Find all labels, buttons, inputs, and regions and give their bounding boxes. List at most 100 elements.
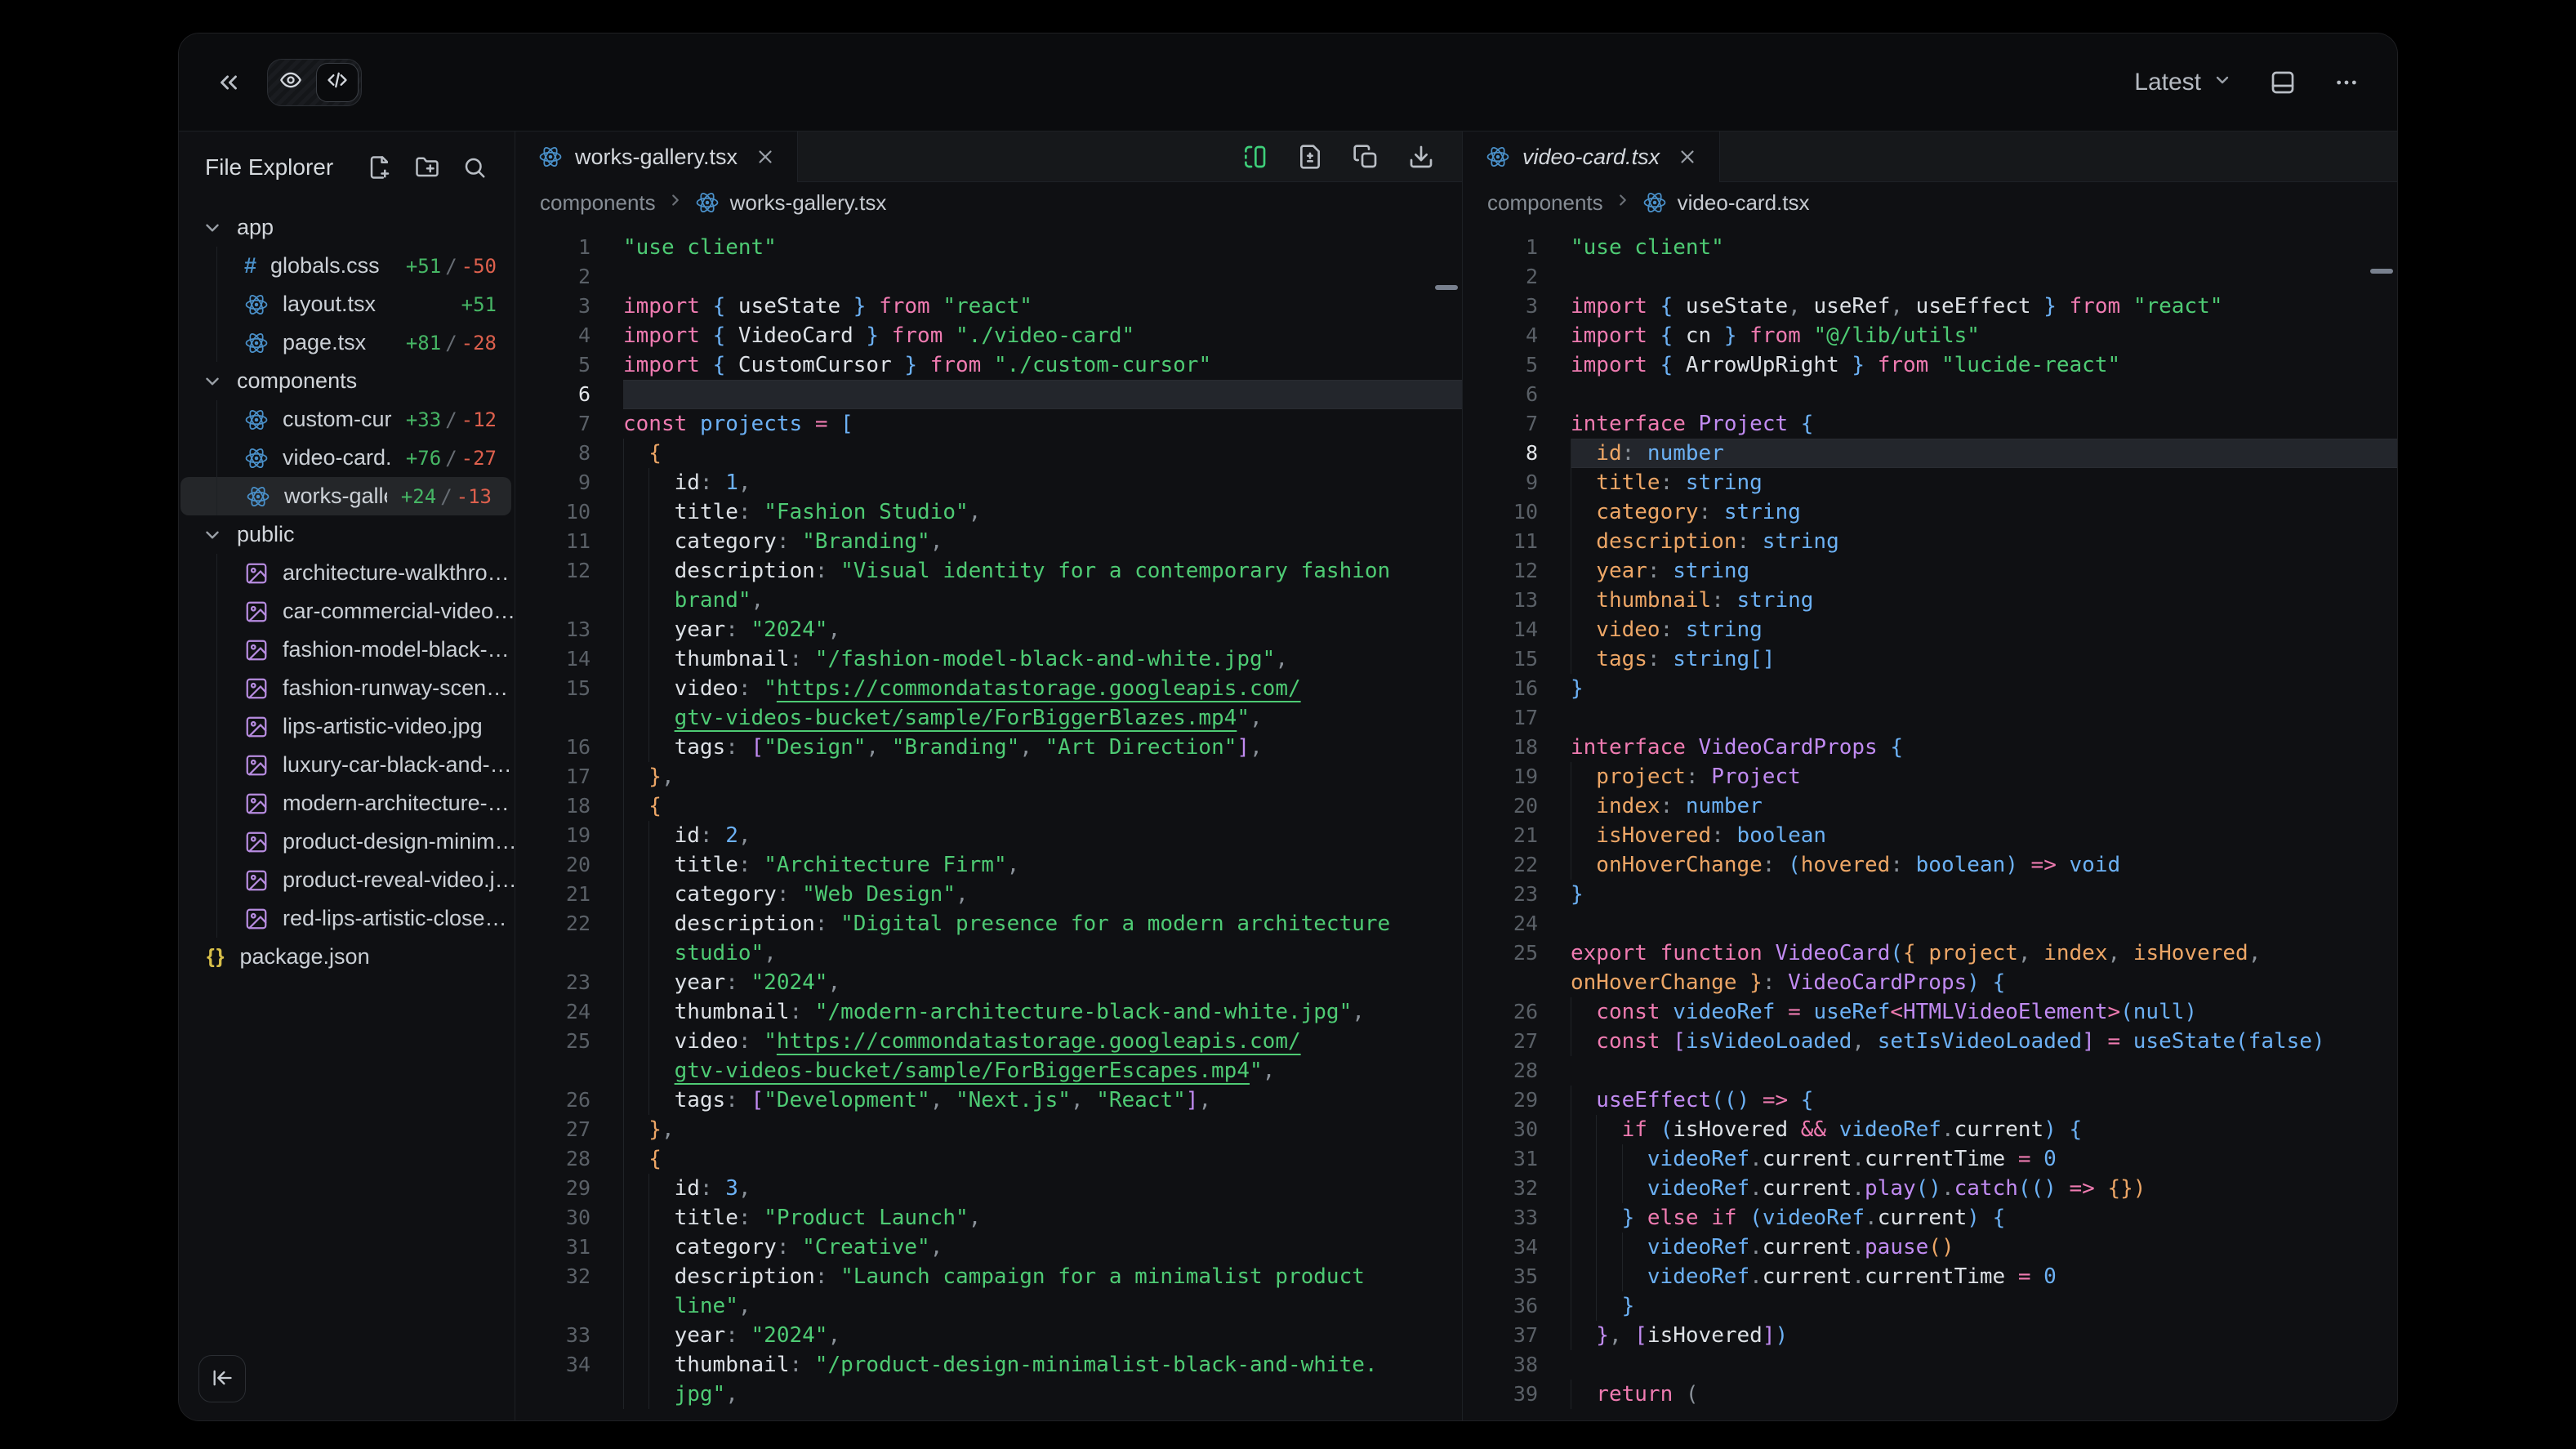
code-toggle-button[interactable] [316, 63, 359, 102]
code-line-25[interactable]: 25export function VideoCard({ project, i… [1463, 939, 2397, 968]
code-line-23[interactable]: 23year: "2024", [515, 968, 1462, 997]
code-line-19[interactable]: 19project: Project [1463, 762, 2397, 791]
code-line-13[interactable]: 13thumbnail: string [1463, 586, 2397, 615]
code-line-38[interactable]: 38 [1463, 1350, 2397, 1380]
code-line-2[interactable]: 2 [1463, 262, 2397, 292]
code-line-37[interactable]: 37}, [isHovered]) [1463, 1321, 2397, 1350]
code-line-3[interactable]: 3import { useState, useRef, useEffect } … [1463, 292, 2397, 321]
code-line-14[interactable]: 14video: string [1463, 615, 2397, 644]
code-line-10[interactable]: 10title: "Fashion Studio", [515, 497, 1462, 527]
code-line-9[interactable]: 9title: string [1463, 468, 2397, 497]
new-file-button[interactable] [368, 155, 392, 180]
code-line-21[interactable]: 21category: "Web Design", [515, 880, 1462, 909]
version-selector[interactable]: Latest [2134, 69, 2232, 96]
folder-row-public[interactable]: public [179, 515, 515, 554]
code-line-34[interactable]: 34videoRef.current.pause() [1463, 1233, 2397, 1262]
code-line-8[interactable]: 8{ [515, 439, 1462, 468]
code-line-13[interactable]: 13year: "2024", [515, 615, 1462, 644]
code-line-7[interactable]: 7interface Project { [1463, 409, 2397, 439]
file-row-fashion-runway-scen-[interactable]: fashion-runway-scen… [179, 669, 515, 707]
code-line-28[interactable]: 28 [1463, 1056, 2397, 1086]
code-line-wrap[interactable]: onHoverChange }: VideoCardProps) { [1463, 968, 2397, 997]
split-editor-button[interactable] [1241, 144, 1268, 170]
breadcrumb-folder[interactable]: components [540, 190, 656, 216]
code-line-23[interactable]: 23} [1463, 880, 2397, 909]
code-line-17[interactable]: 17}, [515, 762, 1462, 791]
breadcrumb-file[interactable]: video-card.tsx [1678, 190, 1810, 216]
file-row-layout.tsx[interactable]: layout.tsx+51 [179, 285, 515, 323]
code-line-20[interactable]: 20index: number [1463, 791, 2397, 821]
code-line-18[interactable]: 18interface VideoCardProps { [1463, 733, 2397, 762]
file-row-red-lips-artistic-close-[interactable]: red-lips-artistic-close… [179, 899, 515, 938]
file-row-product-reveal-video.j-[interactable]: product-reveal-video.j… [179, 861, 515, 899]
code-line-16[interactable]: 16} [1463, 674, 2397, 703]
code-line-6[interactable]: 6 [515, 380, 1462, 409]
code-line-33[interactable]: 33year: "2024", [515, 1321, 1462, 1350]
breadcrumb-file[interactable]: works-gallery.tsx [730, 190, 887, 216]
code-line-24[interactable]: 24thumbnail: "/modern-architecture-black… [515, 997, 1462, 1027]
code-line-35[interactable]: 35videoRef.current.currentTime = 0 [1463, 1262, 2397, 1291]
code-line-28[interactable]: 28{ [515, 1144, 1462, 1174]
code-editor-video-card[interactable]: 1"use client"23import { useState, useRef… [1463, 223, 2397, 1420]
code-line-31[interactable]: 31videoRef.current.currentTime = 0 [1463, 1144, 2397, 1174]
code-line-14[interactable]: 14thumbnail: "/fashion-model-black-and-w… [515, 644, 1462, 674]
code-line-11[interactable]: 11category: "Branding", [515, 527, 1462, 556]
code-line-26[interactable]: 26tags: ["Development", "Next.js", "Reac… [515, 1086, 1462, 1115]
code-line-wrap[interactable]: gtv-videos-bucket/sample/ForBiggerBlazes… [515, 703, 1462, 733]
code-line-34[interactable]: 34thumbnail: "/product-design-minimalist… [515, 1350, 1462, 1380]
code-line-15[interactable]: 15tags: string[] [1463, 644, 2397, 674]
code-line-2[interactable]: 2 [515, 262, 1462, 292]
tab-video-card[interactable]: video-card.tsx [1463, 132, 1720, 182]
code-line-wrap[interactable]: gtv-videos-bucket/sample/ForBiggerEscape… [515, 1056, 1462, 1086]
code-line-1[interactable]: 1"use client" [515, 233, 1462, 262]
code-line-33[interactable]: 33} else if (videoRef.current) { [1463, 1203, 2397, 1233]
code-line-22[interactable]: 22onHoverChange: (hovered: boolean) => v… [1463, 850, 2397, 880]
code-line-24[interactable]: 24 [1463, 909, 2397, 939]
breadcrumb-folder[interactable]: components [1487, 190, 1603, 216]
code-line-21[interactable]: 21isHovered: boolean [1463, 821, 2397, 850]
code-line-19[interactable]: 19id: 2, [515, 821, 1462, 850]
code-line-9[interactable]: 9id: 1, [515, 468, 1462, 497]
file-diff-button[interactable] [1297, 144, 1323, 170]
code-line-12[interactable]: 12description: "Visual identity for a co… [515, 556, 1462, 586]
code-line-27[interactable]: 27}, [515, 1115, 1462, 1144]
code-line-wrap[interactable]: jpg", [515, 1380, 1462, 1409]
file-row-package.json[interactable]: {}package.json [179, 938, 515, 976]
code-line-4[interactable]: 4import { VideoCard } from "./video-card… [515, 321, 1462, 350]
download-file-button[interactable] [1408, 144, 1434, 170]
code-line-8[interactable]: 8id: number [1463, 439, 2397, 468]
scrollbar-thumb[interactable] [2370, 269, 2393, 274]
file-row-works-galler-[interactable]: works-galler…+24/-13 [180, 477, 511, 515]
code-line-1[interactable]: 1"use client" [1463, 233, 2397, 262]
code-line-25[interactable]: 25video: "https://commondatastorage.goog… [515, 1027, 1462, 1056]
code-line-4[interactable]: 4import { cn } from "@/lib/utils" [1463, 321, 2397, 350]
file-row-lips-artistic-video.jpg[interactable]: lips-artistic-video.jpg [179, 707, 515, 746]
file-row-page.tsx[interactable]: page.tsx+81/-28 [179, 323, 515, 362]
code-line-32[interactable]: 32description: "Launch campaign for a mi… [515, 1262, 1462, 1291]
collapse-panel-button[interactable] [198, 1355, 246, 1402]
code-line-20[interactable]: 20title: "Architecture Firm", [515, 850, 1462, 880]
collapse-sidebar-button[interactable] [215, 69, 243, 96]
code-line-27[interactable]: 27const [isVideoLoaded, setIsVideoLoaded… [1463, 1027, 2397, 1056]
close-tab-icon[interactable] [755, 146, 776, 167]
code-line-22[interactable]: 22description: "Digital presence for a m… [515, 909, 1462, 939]
code-line-6[interactable]: 6 [1463, 380, 2397, 409]
code-line-15[interactable]: 15video: "https://commondatastorage.goog… [515, 674, 1462, 703]
more-options-button[interactable] [2333, 69, 2360, 96]
code-line-32[interactable]: 32videoRef.current.play().catch(() => {}… [1463, 1174, 2397, 1203]
preview-toggle-button[interactable] [268, 60, 314, 105]
scrollbar-thumb[interactable] [1435, 285, 1458, 290]
new-folder-button[interactable] [415, 155, 439, 180]
code-line-18[interactable]: 18{ [515, 791, 1462, 821]
code-line-29[interactable]: 29useEffect(() => { [1463, 1086, 2397, 1115]
code-line-10[interactable]: 10category: string [1463, 497, 2397, 527]
panel-toggle-button[interactable] [2270, 69, 2296, 96]
file-row-modern-architecture-[interactable]: modern-architecture-… [179, 784, 515, 823]
code-line-7[interactable]: 7const projects = [ [515, 409, 1462, 439]
code-line-wrap[interactable]: line", [515, 1291, 1462, 1321]
code-line-31[interactable]: 31category: "Creative", [515, 1233, 1462, 1262]
code-line-26[interactable]: 26const videoRef = useRef<HTMLVideoEleme… [1463, 997, 2397, 1027]
file-row-video-card.tsx[interactable]: video-card.tsx+76/-27 [179, 439, 515, 477]
folder-row-components[interactable]: components [179, 362, 515, 400]
code-line-36[interactable]: 36} [1463, 1291, 2397, 1321]
